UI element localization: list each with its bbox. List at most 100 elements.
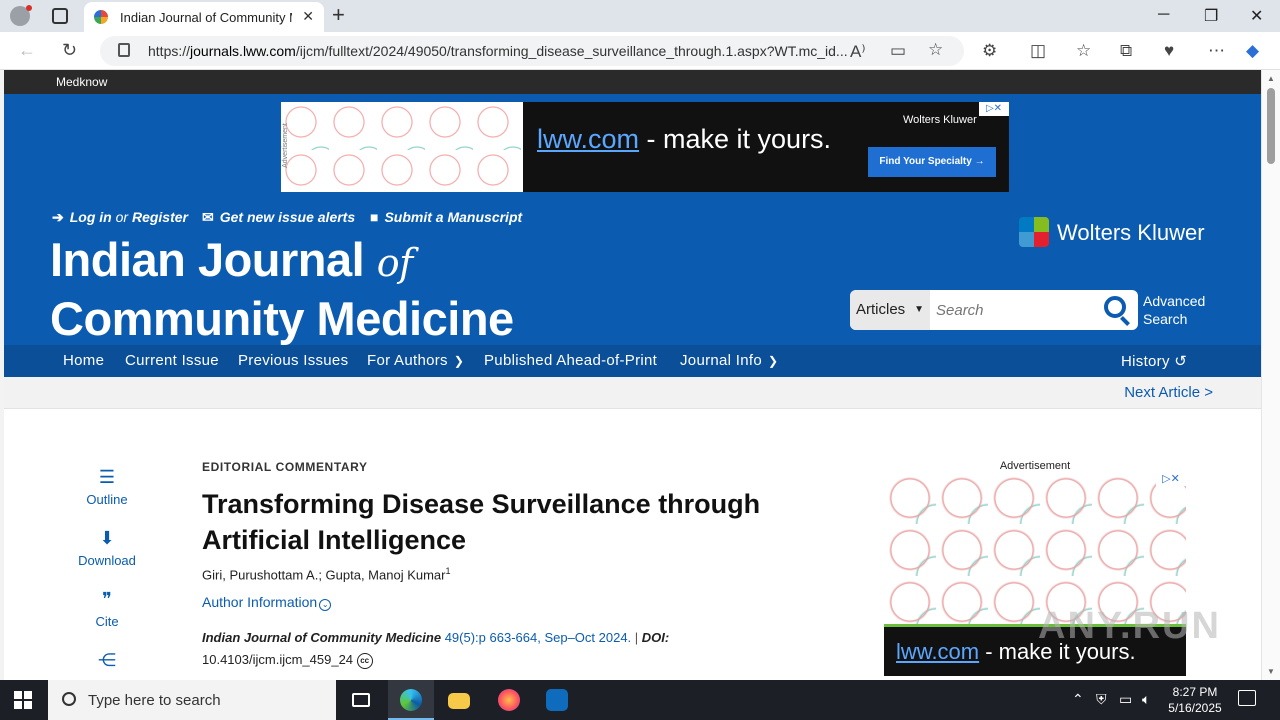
collections-icon[interactable]: ⧉ <box>1120 41 1132 61</box>
file-explorer-icon[interactable] <box>436 680 482 720</box>
nav-current-issue[interactable]: Current Issue <box>125 352 219 369</box>
share-button[interactable]: ⋲ <box>67 650 147 672</box>
search-box: Articles ▼ <box>850 290 1138 330</box>
submit-manuscript-link[interactable]: ■ Submit a Manuscript <box>370 209 522 225</box>
nav-for-authors[interactable]: For Authors ❯ <box>367 352 464 369</box>
wolters-kluwer-logo[interactable]: Wolters Kluwer <box>1019 217 1219 247</box>
tab-actions-icon[interactable] <box>52 8 68 24</box>
system-clock[interactable]: 8:27 PM 5/16/2025 <box>1160 684 1230 716</box>
performance-icon[interactable]: ♥ <box>1164 41 1174 61</box>
firefox-icon[interactable] <box>486 680 532 720</box>
journal-header: Advertisement lww.com - make it yours. W… <box>4 94 1261 377</box>
ad-brand: Wolters Kluwer <box>903 114 977 126</box>
security-tray-icon[interactable]: ⛨ <box>1096 691 1107 708</box>
outline-button[interactable]: ☰ Outline <box>67 467 147 507</box>
author-information-toggle[interactable]: Author Information ⌄ <box>202 594 822 612</box>
task-view-icon[interactable] <box>338 680 384 720</box>
tray-chevron-up-icon[interactable]: ⌃ <box>1072 691 1084 708</box>
search-input[interactable] <box>936 299 1086 321</box>
next-article-link[interactable]: Next Article > <box>1124 384 1213 401</box>
ad-close-icon[interactable]: ▷✕ <box>979 102 1009 116</box>
share-icon: ⋲ <box>98 650 116 670</box>
journal-title[interactable]: Indian Journal of Community Medicine <box>50 232 514 347</box>
issue-link[interactable]: 49(5):p 663-664, Sep–Oct 2024. <box>445 630 631 645</box>
creative-commons-icon: cc <box>356 652 373 669</box>
nav-home[interactable]: Home <box>63 352 104 369</box>
scrollbar-thumb[interactable] <box>1267 88 1275 164</box>
extensions-icon[interactable]: ⚙ <box>982 41 997 61</box>
back-icon[interactable]: ← <box>18 40 36 61</box>
search-icon[interactable] <box>1104 296 1126 318</box>
main-nav: Home Current Issue Previous Issues For A… <box>4 345 1261 377</box>
square-icon: ■ <box>370 209 379 225</box>
taskbar-search[interactable]: Type here to search <box>48 680 336 720</box>
tab-title: Indian Journal of Community Me <box>120 10 292 25</box>
chevron-down-icon: ❯ <box>767 354 779 368</box>
article-authors: Giri, Purushottam A.; Gupta, Manoj Kumar… <box>202 566 451 583</box>
nav-ahead-of-print[interactable]: Published Ahead-of-Print <box>484 352 657 369</box>
windows-start-icon[interactable] <box>14 691 32 709</box>
login-icon: ➔ <box>52 209 64 225</box>
advanced-search-link[interactable]: Advanced Search <box>1143 292 1223 328</box>
notifications-icon[interactable] <box>1238 690 1256 706</box>
browser-tab[interactable]: Indian Journal of Community Me ✕ <box>84 2 324 32</box>
list-icon: ☰ <box>98 467 116 487</box>
search-icon <box>62 692 76 706</box>
read-aloud-icon[interactable]: A⁾ <box>850 42 866 62</box>
favorites-icon[interactable]: ☆ <box>1076 41 1091 61</box>
nav-previous-issues[interactable]: Previous Issues <box>238 352 348 369</box>
favorite-star-icon[interactable]: ☆ <box>928 40 943 60</box>
close-window-icon[interactable]: ✕ <box>1250 6 1263 26</box>
scroll-up-icon[interactable]: ▲ <box>1267 74 1275 83</box>
article-title: Transforming Disease Surveillance throug… <box>202 489 761 555</box>
new-tab-icon[interactable]: + <box>332 4 345 26</box>
article-type: EDITORIAL COMMENTARY <box>202 460 368 474</box>
publisher-bar: Medknow <box>4 70 1261 94</box>
url-field[interactable]: https://journals.lww.com/ijcm/fulltext/2… <box>100 36 964 66</box>
ad-cta-button[interactable]: Find Your Specialty → <box>868 147 996 177</box>
network-icon[interactable]: ▭ <box>1119 691 1132 708</box>
ad-slogan: lww.com - make it yours. <box>537 124 832 154</box>
ad-label: Advertisement <box>281 123 289 168</box>
quote-icon: ❞ <box>102 589 112 609</box>
issue-alerts-link[interactable]: ✉ Get new issue alerts <box>202 209 355 226</box>
ad-label: Advertisement <box>999 460 1071 472</box>
split-screen-icon[interactable]: ◫ <box>1030 41 1046 61</box>
top-advertisement[interactable]: Advertisement lww.com - make it yours. W… <box>281 102 1009 192</box>
close-tab-icon[interactable]: ✕ <box>302 8 314 25</box>
watermark: ANY.RUN <box>1038 605 1221 647</box>
download-button[interactable]: ⬇ Download <box>67 528 147 568</box>
outlook-icon[interactable] <box>534 680 580 720</box>
minimize-icon[interactable]: ─ <box>1158 6 1169 24</box>
copilot-icon[interactable]: ◆ <box>1246 41 1259 61</box>
envelope-icon: ✉ <box>202 209 214 225</box>
wk-mark-icon <box>1019 217 1049 247</box>
more-menu-icon[interactable]: ⋯ <box>1208 41 1225 61</box>
doi-value[interactable]: 10.4103/ijcm.ijcm_459_24 <box>202 652 353 667</box>
refresh-icon[interactable]: ↻ <box>62 40 77 61</box>
web-page: Medknow Advertisement lww.com - make it … <box>4 70 1261 680</box>
immersive-reader-icon[interactable]: ▭ <box>890 41 906 61</box>
login-register-link[interactable]: ➔ Log in or Register <box>52 209 188 226</box>
volume-icon[interactable]: 🔈︎ <box>1142 691 1150 708</box>
search-scope-select[interactable]: Articles ▼ <box>850 290 930 330</box>
url-text: https://journals.lww.com/ijcm/fulltext/2… <box>148 43 848 59</box>
restore-icon[interactable]: ❐ <box>1204 6 1218 26</box>
chevron-down-icon: ❯ <box>453 354 465 368</box>
notification-dot-icon <box>26 5 32 11</box>
publisher-link[interactable]: Medknow <box>56 75 107 89</box>
nav-history[interactable]: History ↺ <box>1121 352 1187 370</box>
article-header: EDITORIAL COMMENTARY Transforming Diseas… <box>202 460 822 671</box>
windows-taskbar: Type here to search ⌃ ⛨ ▭ 🔈︎ 8:27 PM 5/1… <box>0 680 1280 720</box>
ad-close-icon[interactable]: ▷✕ <box>1156 472 1186 486</box>
cite-button[interactable]: ❞ Cite <box>67 589 147 629</box>
nav-journal-info[interactable]: Journal Info ❯ <box>680 352 778 369</box>
history-icon: ↺ <box>1174 353 1188 370</box>
site-favicon-icon <box>94 10 108 24</box>
sidebar-advertisement[interactable]: Advertisement ▷✕ lww.com - make it yours… <box>884 460 1219 680</box>
download-icon: ⬇ <box>99 528 115 548</box>
scroll-down-icon[interactable]: ▼ <box>1267 667 1275 676</box>
article-nav-bar: Next Article > <box>4 377 1261 409</box>
page-scrollbar[interactable]: ▲ ▼ <box>1261 70 1280 680</box>
edge-taskbar-icon[interactable] <box>388 680 434 720</box>
